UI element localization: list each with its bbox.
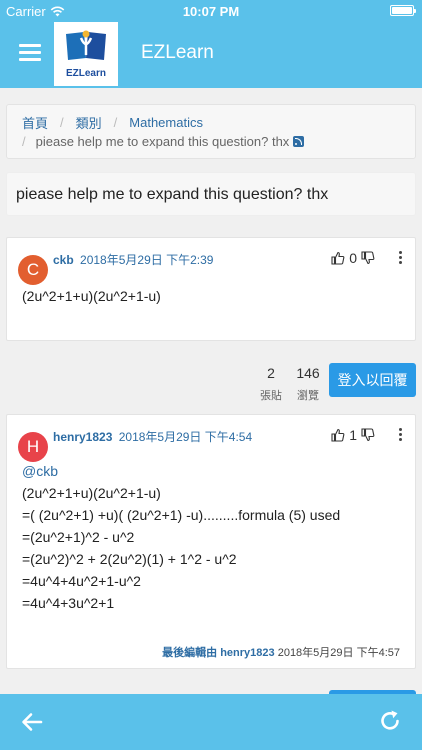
menu-button[interactable] (19, 44, 41, 62)
username[interactable]: henry1823 (53, 430, 112, 444)
post-line: (2u^2+1+u)(2u^2+1-u) (22, 288, 161, 304)
post-header: henry1823 2018年5月29日 下午4:54 (53, 428, 252, 445)
status-bar: Carrier 10:07 PM (0, 0, 422, 22)
clock: 10:07 PM (182, 4, 240, 19)
post-line: =( (2u^2+1) +u)( (2u^2+1) -u).........fo… (22, 507, 341, 523)
avatar[interactable]: C (18, 255, 48, 285)
logo: EZLearn (54, 22, 118, 86)
vote-controls: 1 (331, 427, 375, 443)
app-header: EZLearn EZLearn (0, 22, 422, 88)
battery-icon (390, 5, 416, 16)
logo-text: EZLearn (65, 68, 106, 79)
book-icon (66, 30, 106, 60)
vote-count: 1 (349, 427, 357, 443)
post-line: =(2u^2)^2 + 2(2u^2)(1) + 1^2 - u^2 (22, 551, 237, 567)
breadcrumb-separator: / (22, 134, 26, 149)
post-count: 2 (267, 365, 275, 381)
bottom-toolbar (0, 694, 422, 750)
post: C ckb 2018年5月29日 下午2:39 0 (2u^2+1+u)(2u^… (6, 237, 416, 341)
post: H henry1823 2018年5月29日 下午4:54 1 @ckb (2u… (6, 414, 416, 669)
view-count-stat: 146 瀏覽 (292, 365, 324, 403)
edited-label: 最後編輯由 (162, 647, 218, 659)
breadcrumb-home[interactable]: 首頁 (22, 113, 48, 132)
breadcrumb-categories[interactable]: 類別 (76, 113, 102, 132)
thumbs-down-icon[interactable] (361, 428, 375, 442)
breadcrumb: 首頁 / 類別 / Mathematics / piease help me t… (6, 104, 416, 159)
view-count-label: 瀏覽 (297, 390, 319, 402)
vote-controls: 0 (331, 250, 375, 266)
post-count-stat: 2 張貼 (256, 365, 286, 403)
post-timestamp[interactable]: 2018年5月29日 下午2:39 (80, 253, 213, 267)
breadcrumb-separator: / (113, 114, 118, 130)
username[interactable]: ckb (53, 253, 74, 267)
login-to-reply-button[interactable]: 登入以回覆 (329, 363, 416, 397)
thumbs-up-icon[interactable] (331, 251, 345, 265)
refresh-icon[interactable] (378, 709, 402, 733)
view-count: 146 (296, 365, 320, 381)
vote-count: 0 (349, 250, 357, 266)
topic-title: piease help me to expand this question? … (6, 172, 416, 216)
breadcrumb-current: piease help me to expand this question? … (35, 134, 290, 149)
edited-note: 最後編輯由 henry1823 2018年5月29日 下午4:57 (162, 644, 400, 660)
post-content: @ckb (2u^2+1+u)(2u^2+1-u) =( (2u^2+1) +u… (22, 460, 340, 614)
more-vertical-icon[interactable] (399, 428, 403, 442)
thumbs-down-icon[interactable] (361, 251, 375, 265)
post-count-label: 張貼 (260, 390, 282, 402)
avatar[interactable]: H (18, 432, 48, 462)
post-line: =(2u^2+1)^2 - u^2 (22, 529, 135, 545)
rss-icon[interactable] (293, 136, 305, 147)
post-header: ckb 2018年5月29日 下午2:39 (53, 251, 213, 268)
breadcrumb-separator: / (60, 114, 64, 130)
post-timestamp[interactable]: 2018年5月29日 下午4:54 (119, 430, 252, 444)
app-title: EZLearn (141, 42, 214, 63)
post-content: (2u^2+1+u)(2u^2+1-u) (22, 285, 161, 307)
arrow-left-icon[interactable] (20, 710, 44, 734)
edited-by-user[interactable]: henry1823 (220, 647, 274, 659)
more-vertical-icon[interactable] (399, 251, 403, 265)
edited-time: 2018年5月29日 下午4:57 (277, 647, 400, 659)
user-mention[interactable]: @ckb (22, 460, 340, 482)
post-line: =4u^4+4u^2+1-u^2 (22, 573, 141, 589)
post-line: (2u^2+1+u)(2u^2+1-u) (22, 485, 161, 501)
thumbs-up-icon[interactable] (331, 428, 345, 442)
post-line: =4u^4+3u^2+1 (22, 595, 115, 611)
breadcrumb-mathematics[interactable]: Mathematics (129, 115, 203, 130)
